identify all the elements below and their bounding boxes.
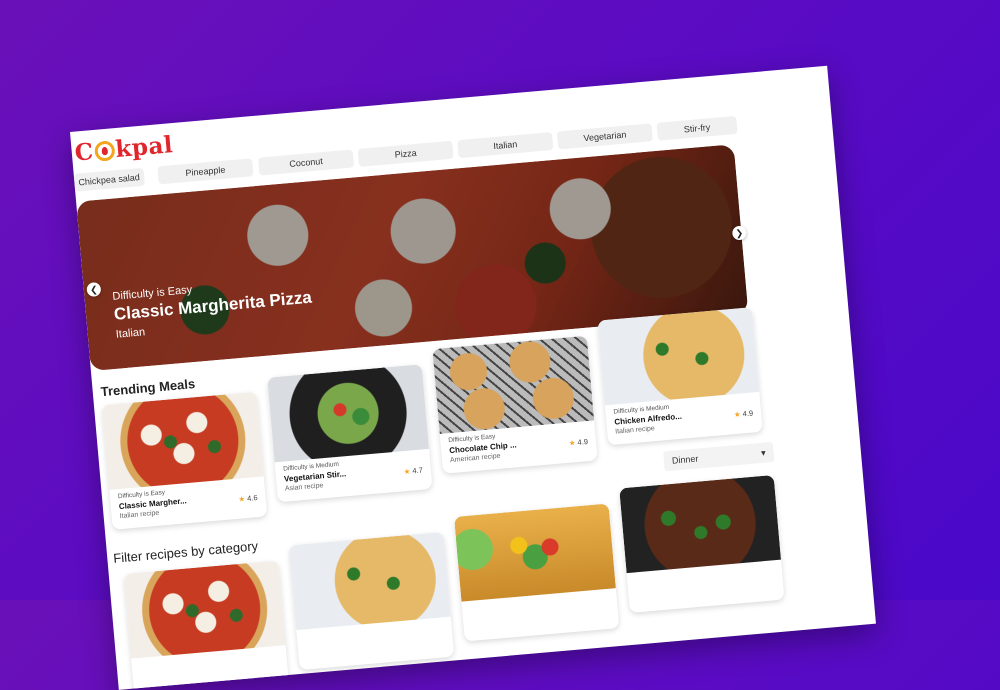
trending-card[interactable]: Difficulty is Medium Vegetarian Stir... … <box>267 364 433 503</box>
card-image-stir-fry <box>267 364 430 463</box>
chip-italian[interactable]: Italian <box>457 131 554 159</box>
card-image-pasta <box>597 307 760 406</box>
rating-value: 4.9 <box>577 437 589 447</box>
star-icon: ★ <box>568 438 576 448</box>
trending-card[interactable]: Difficulty is Easy Chocolate Chip ... Am… <box>432 335 598 474</box>
chip-pineapple[interactable]: Pineapple <box>157 158 254 185</box>
card-rating: ★ 4.6 <box>238 493 258 504</box>
logo-chef-icon <box>93 139 116 162</box>
logo-text-end: kpal <box>114 131 175 164</box>
chip-coconut[interactable]: Coconut <box>257 149 355 176</box>
carousel-next-button[interactable]: ❯ <box>731 225 747 241</box>
chip-stir-fry[interactable]: Stir-fry <box>656 115 738 141</box>
logo-text-start: C <box>73 138 95 167</box>
card-image-pizza <box>101 391 264 490</box>
recipe-page: C kpal Chickpea salad Pineapple Coconut … <box>70 65 876 690</box>
hero-caption: Difficulty is Easy Classic Margherita Pi… <box>112 274 314 341</box>
star-icon: ★ <box>238 494 246 504</box>
chevron-left-icon: ❮ <box>89 283 98 295</box>
chip-chickpea-salad[interactable]: Chickpea salad <box>73 167 145 192</box>
filter-title: Filter recipes by category <box>112 538 259 566</box>
chip-pizza[interactable]: Pizza <box>357 140 454 167</box>
filter-card[interactable] <box>288 531 455 671</box>
filter-card[interactable] <box>123 560 290 690</box>
star-icon: ★ <box>403 466 411 477</box>
rating-value: 4.7 <box>412 465 424 476</box>
card-image-pizza <box>123 560 286 659</box>
trending-card[interactable]: Difficulty is Easy Classic Margher... It… <box>101 391 268 530</box>
trending-title: Trending Meals <box>100 376 196 400</box>
card-image-salad <box>454 503 616 602</box>
rating-value: 4.9 <box>742 408 754 419</box>
rating-value: 4.6 <box>246 493 258 503</box>
chip-vegetarian[interactable]: Vegetarian <box>556 123 654 150</box>
card-image-pasta <box>288 531 451 631</box>
card-image-beef <box>619 474 782 574</box>
filter-card[interactable] <box>619 474 785 613</box>
card-rating: ★ 4.9 <box>568 437 588 448</box>
category-select[interactable]: Dinner ▾ <box>663 441 775 472</box>
card-image-cookies <box>432 335 595 434</box>
card-rating: ★ 4.7 <box>403 466 423 477</box>
chevron-down-icon: ▾ <box>760 447 767 458</box>
logo[interactable]: C kpal <box>74 131 174 166</box>
card-rating: ★ 4.9 <box>734 409 754 420</box>
category-select-value: Dinner <box>671 453 699 466</box>
chevron-right-icon: ❯ <box>735 227 744 238</box>
star-icon: ★ <box>733 409 742 420</box>
filter-card[interactable] <box>454 503 620 642</box>
trending-card[interactable]: Difficulty is Medium Chicken Alfredo... … <box>597 307 763 446</box>
